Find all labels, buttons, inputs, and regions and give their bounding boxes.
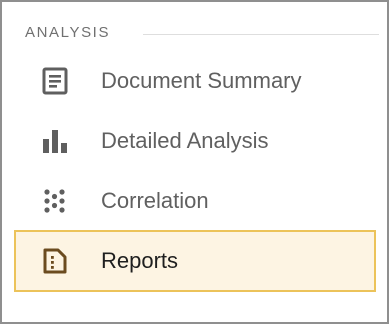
nav-item-document-summary[interactable]: Document Summary: [14, 52, 376, 110]
section-title: ANALYSIS: [25, 24, 111, 41]
nav-item-correlation[interactable]: Correlation: [14, 172, 376, 230]
section-divider: [143, 34, 379, 35]
nav-item-reports[interactable]: Reports: [14, 230, 376, 292]
scatter-dots-icon: [40, 186, 70, 216]
nav-item-label: Document Summary: [101, 68, 302, 93]
document-icon: [40, 66, 70, 96]
nav-item-label: Correlation: [101, 188, 209, 213]
nav-item-detailed-analysis[interactable]: Detailed Analysis: [14, 112, 376, 170]
bar-chart-icon: [40, 126, 70, 156]
analysis-panel: ANALYSIS Document Summary Detailed Analy…: [0, 0, 389, 324]
nav-item-label: Reports: [101, 248, 179, 273]
report-icon: [40, 246, 70, 276]
nav-item-label: Detailed Analysis: [101, 128, 269, 153]
